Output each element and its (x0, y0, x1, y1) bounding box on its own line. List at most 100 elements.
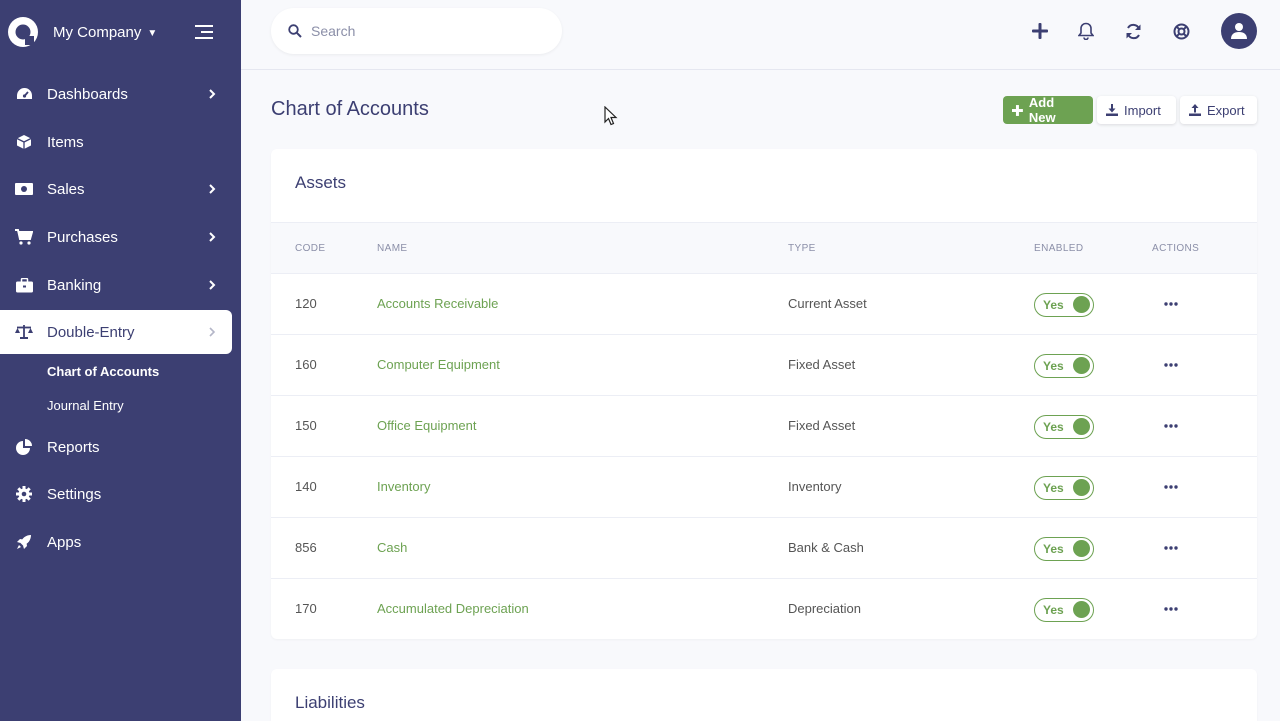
table-header: CODE NAME TYPE ENABLED ACTIONS (271, 222, 1257, 274)
account-code: 120 (295, 296, 317, 311)
search-icon (288, 24, 302, 38)
column-header-enabled: ENABLED (1034, 243, 1084, 254)
chevron-right-icon (209, 280, 216, 290)
plus-icon[interactable] (1030, 21, 1050, 41)
toggle-knob (1073, 540, 1090, 557)
sidebar-item-items[interactable]: Items (0, 120, 232, 164)
add-new-button[interactable]: Add New (1003, 95, 1093, 125)
account-name-link[interactable]: Accounts Receivable (377, 296, 498, 311)
search-input[interactable] (311, 20, 541, 42)
assets-card: Assets CODE NAME TYPE ENABLED ACTIONS 12… (271, 149, 1257, 639)
toggle-label: Yes (1043, 359, 1064, 373)
sidebar-item-label: Purchases (47, 228, 118, 246)
sidebar-item-reports[interactable]: Reports (0, 425, 232, 469)
enabled-toggle[interactable]: Yes (1034, 598, 1094, 622)
sidebar-item-label: Double-Entry (47, 323, 135, 341)
sidebar-subitem-chart-of-accounts[interactable]: Chart of Accounts (47, 364, 159, 379)
account-name-link[interactable]: Cash (377, 540, 407, 555)
bell-icon[interactable] (1076, 21, 1096, 41)
life-ring-icon[interactable] (1171, 21, 1191, 41)
import-label: Import (1124, 102, 1161, 118)
user-avatar[interactable] (1221, 13, 1257, 49)
sync-icon[interactable] (1123, 21, 1143, 41)
more-actions-icon[interactable] (1164, 363, 1178, 367)
toggle-label: Yes (1043, 298, 1064, 312)
column-header-actions: ACTIONS (1152, 243, 1200, 254)
account-type: Depreciation (788, 601, 861, 616)
enabled-toggle[interactable]: Yes (1034, 293, 1094, 317)
briefcase-icon (15, 276, 33, 294)
enabled-toggle[interactable]: Yes (1034, 415, 1094, 439)
sidebar: My Company ▼ Dashboards Items Sales Purc… (0, 0, 241, 721)
toggle-label: Yes (1043, 420, 1064, 434)
chevron-right-icon (209, 232, 216, 242)
table-row: 120 Accounts Receivable Current Asset Ye… (271, 274, 1257, 335)
account-code: 140 (295, 479, 317, 494)
search-box[interactable] (271, 8, 562, 54)
shopping-cart-icon (15, 228, 33, 246)
sidebar-item-dashboards[interactable]: Dashboards (0, 72, 232, 116)
sidebar-subitem-journal-entry[interactable]: Journal Entry (47, 398, 124, 413)
account-type: Fixed Asset (788, 357, 856, 372)
more-actions-icon[interactable] (1164, 302, 1178, 306)
sidebar-item-label: Items (47, 133, 84, 151)
account-type: Current Asset (788, 296, 867, 311)
company-name: My Company (53, 24, 142, 41)
top-bar (241, 0, 1280, 70)
plus-icon (1012, 104, 1023, 116)
app-logo-icon[interactable] (8, 17, 38, 47)
sidebar-item-settings[interactable]: Settings (0, 472, 232, 516)
mouse-cursor-icon (604, 106, 618, 126)
chevron-right-icon (209, 184, 216, 194)
toggle-label: Yes (1043, 603, 1064, 617)
toggle-label: Yes (1043, 481, 1064, 495)
add-new-label: Add New (1028, 95, 1056, 125)
account-name-link[interactable]: Office Equipment (377, 418, 476, 433)
more-actions-icon[interactable] (1164, 546, 1178, 550)
sidebar-item-label: Settings (47, 485, 102, 503)
column-header-type: TYPE (788, 243, 816, 254)
chevron-right-icon (209, 327, 216, 337)
liabilities-card: Liabilities (271, 669, 1257, 721)
user-icon (1231, 23, 1247, 39)
company-switcher[interactable]: My Company ▼ (53, 24, 157, 41)
sidebar-item-apps[interactable]: Apps (0, 520, 232, 564)
toggle-knob (1073, 418, 1090, 435)
sidebar-item-banking[interactable]: Banking (0, 263, 232, 307)
upload-icon (1189, 104, 1201, 116)
more-actions-icon[interactable] (1164, 424, 1178, 428)
export-label: Export (1207, 102, 1245, 118)
column-header-code: CODE (295, 243, 326, 254)
more-actions-icon[interactable] (1164, 485, 1178, 489)
download-icon (1106, 104, 1118, 116)
cube-icon (15, 133, 33, 151)
enabled-toggle[interactable]: Yes (1034, 476, 1094, 500)
account-type: Inventory (788, 479, 842, 494)
account-name-link[interactable]: Computer Equipment (377, 357, 500, 372)
table-row: 160 Computer Equipment Fixed Asset Yes (271, 335, 1257, 396)
page-title: Chart of Accounts (271, 98, 429, 120)
tachometer-icon (15, 85, 33, 103)
pie-chart-icon (15, 438, 33, 456)
table-row: 856 Cash Bank & Cash Yes (271, 518, 1257, 579)
account-code: 170 (295, 601, 317, 616)
section-title: Liabilities (295, 693, 365, 712)
toggle-knob (1073, 601, 1090, 618)
sidebar-item-label: Banking (47, 276, 102, 294)
account-name-link[interactable]: Accumulated Depreciation (377, 601, 529, 616)
toggle-knob (1073, 296, 1090, 313)
account-name-link[interactable]: Inventory (377, 479, 430, 494)
collapse-menu-icon[interactable] (195, 24, 213, 40)
enabled-toggle[interactable]: Yes (1034, 354, 1094, 378)
import-button[interactable]: Import (1097, 96, 1176, 124)
chevron-right-icon (209, 89, 216, 99)
more-actions-icon[interactable] (1164, 607, 1178, 611)
sidebar-item-label: Sales (47, 180, 85, 198)
export-button[interactable]: Export (1180, 96, 1257, 124)
sidebar-item-double-entry[interactable]: Double-Entry (0, 310, 232, 354)
gear-icon (15, 485, 33, 503)
sidebar-item-sales[interactable]: Sales (0, 167, 232, 211)
account-code: 856 (295, 540, 317, 555)
sidebar-item-purchases[interactable]: Purchases (0, 215, 232, 259)
enabled-toggle[interactable]: Yes (1034, 537, 1094, 561)
